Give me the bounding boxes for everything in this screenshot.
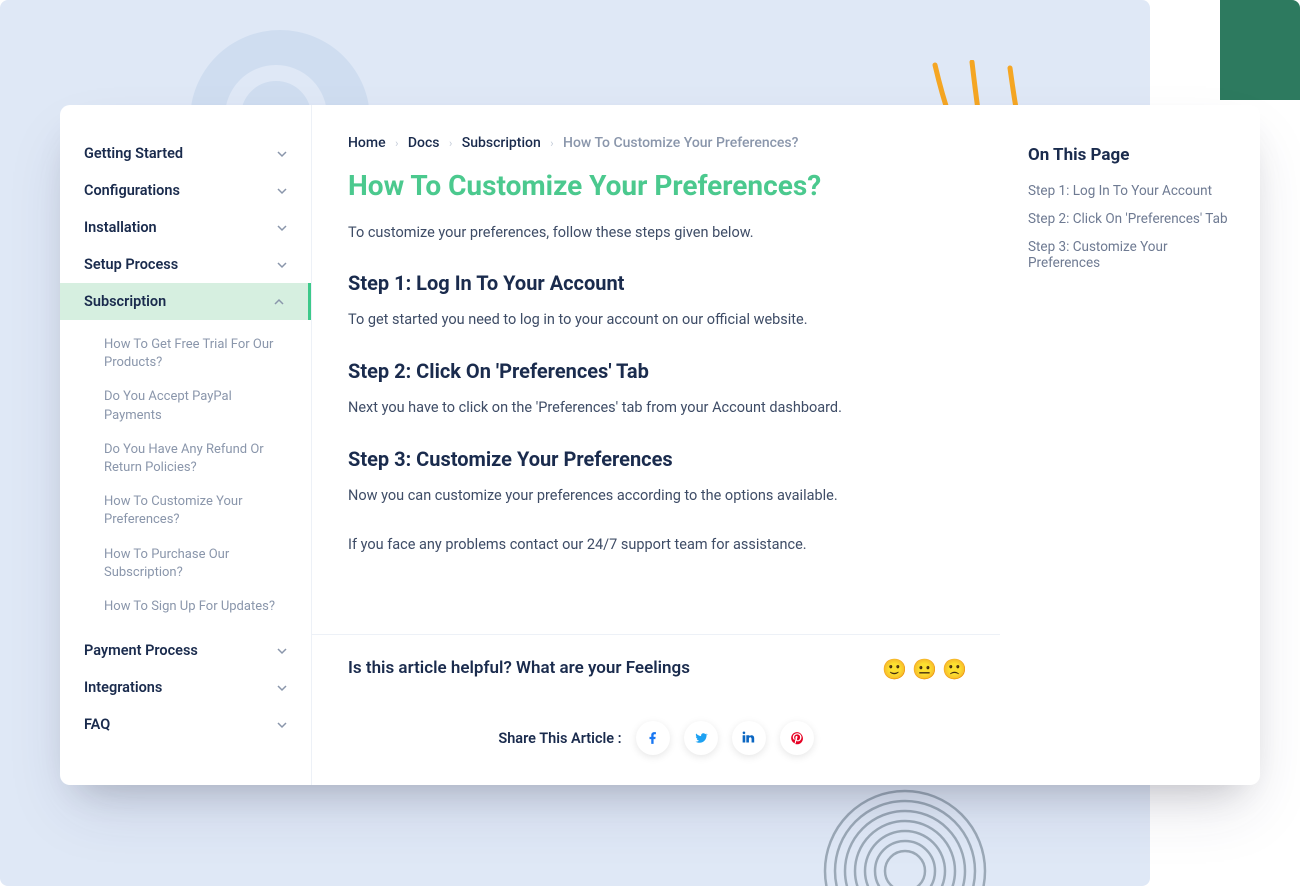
- docs-card: Getting Started Configurations Installat…: [60, 105, 1260, 785]
- sidebar-item-integrations[interactable]: Integrations: [60, 669, 311, 706]
- sidebar-item-label: Payment Process: [84, 642, 198, 659]
- chevron-right-icon: ›: [550, 137, 553, 150]
- step-body: To get started you need to log in to you…: [348, 309, 964, 331]
- sidebar-item-label: FAQ: [84, 716, 110, 733]
- sidebar-subitem[interactable]: How To Customize Your Preferences?: [60, 485, 311, 537]
- chevron-right-icon: ›: [395, 137, 398, 150]
- feedback-question: Is this article helpful? What are your F…: [348, 658, 690, 678]
- breadcrumb: Home › Docs › Subscription › How To Cust…: [348, 135, 964, 151]
- sidebar-sublist: How To Get Free Trial For Our Products? …: [60, 320, 311, 632]
- chevron-down-icon: [277, 260, 287, 270]
- sidebar-item-faq[interactable]: FAQ: [60, 706, 311, 743]
- share-bar: Share This Article :: [312, 701, 1000, 785]
- sidebar-subitem[interactable]: Do You Accept PayPal Payments: [60, 380, 311, 432]
- sidebar-item-getting-started[interactable]: Getting Started: [60, 135, 311, 172]
- breadcrumb-item[interactable]: Subscription: [462, 135, 541, 151]
- feedback-bar: Is this article helpful? What are your F…: [312, 634, 1000, 701]
- step-heading: Step 2: Click On 'Preferences' Tab: [348, 359, 964, 383]
- step-body: Now you can customize your preferences a…: [348, 485, 964, 507]
- step-body: Next you have to click on the 'Preferenc…: [348, 397, 964, 419]
- page-title: How To Customize Your Preferences?: [348, 169, 964, 202]
- chevron-up-icon: [274, 297, 284, 307]
- chevron-down-icon: [277, 186, 287, 196]
- main-column: Home › Docs › Subscription › How To Cust…: [312, 105, 1000, 785]
- neutral-face-icon[interactable]: 😐: [912, 657, 934, 679]
- toc-title: On This Page: [1028, 145, 1232, 165]
- chevron-down-icon: [277, 223, 287, 233]
- sidebar-item-label: Installation: [84, 219, 157, 236]
- footer-note: If you face any problems contact our 24/…: [348, 534, 964, 556]
- chevron-down-icon: [277, 683, 287, 693]
- share-label: Share This Article :: [498, 730, 621, 747]
- step-heading: Step 1: Log In To Your Account: [348, 271, 964, 295]
- sidebar-item-label: Configurations: [84, 182, 180, 199]
- sidebar-item-label: Integrations: [84, 679, 162, 696]
- sidebar-item-label: Setup Process: [84, 256, 178, 273]
- sidebar-item-payment-process[interactable]: Payment Process: [60, 632, 311, 669]
- facebook-icon[interactable]: [636, 721, 670, 755]
- sidebar-subitem[interactable]: Do You Have Any Refund Or Return Policie…: [60, 433, 311, 485]
- intro-text: To customize your preferences, follow th…: [348, 224, 964, 241]
- breadcrumb-current: How To Customize Your Preferences?: [563, 135, 798, 151]
- sidebar-item-subscription[interactable]: Subscription: [60, 283, 311, 320]
- sidebar-subitem[interactable]: How To Purchase Our Subscription?: [60, 538, 311, 590]
- breadcrumb-item[interactable]: Home: [348, 135, 386, 151]
- table-of-contents: On This Page Step 1: Log In To Your Acco…: [1000, 105, 1260, 785]
- step-heading: Step 3: Customize Your Preferences: [348, 447, 964, 471]
- sidebar-item-setup-process[interactable]: Setup Process: [60, 246, 311, 283]
- sidebar-item-configurations[interactable]: Configurations: [60, 172, 311, 209]
- bg-accent-shape: [1220, 0, 1300, 100]
- chevron-down-icon: [277, 720, 287, 730]
- sidebar: Getting Started Configurations Installat…: [60, 105, 312, 785]
- sad-face-icon[interactable]: 🙁: [942, 657, 964, 679]
- sidebar-subitem[interactable]: How To Sign Up For Updates?: [60, 590, 311, 624]
- happy-face-icon[interactable]: 🙂: [882, 657, 904, 679]
- toc-item[interactable]: Step 1: Log In To Your Account: [1028, 183, 1232, 199]
- toc-item[interactable]: Step 2: Click On 'Preferences' Tab: [1028, 211, 1232, 227]
- twitter-icon[interactable]: [684, 721, 718, 755]
- article-content: Home › Docs › Subscription › How To Cust…: [312, 105, 1000, 634]
- breadcrumb-item[interactable]: Docs: [408, 135, 440, 151]
- chevron-down-icon: [277, 646, 287, 656]
- sidebar-item-label: Getting Started: [84, 145, 183, 162]
- sidebar-item-label: Subscription: [84, 293, 166, 310]
- sidebar-subitem[interactable]: How To Get Free Trial For Our Products?: [60, 328, 311, 380]
- chevron-down-icon: [277, 149, 287, 159]
- pinterest-icon[interactable]: [780, 721, 814, 755]
- sidebar-item-installation[interactable]: Installation: [60, 209, 311, 246]
- toc-item[interactable]: Step 3: Customize Your Preferences: [1028, 239, 1232, 271]
- fingerprint-decor: [820, 786, 990, 886]
- chevron-right-icon: ›: [449, 137, 452, 150]
- linkedin-icon[interactable]: [732, 721, 766, 755]
- feedback-faces: 🙂 😐 🙁: [882, 657, 964, 679]
